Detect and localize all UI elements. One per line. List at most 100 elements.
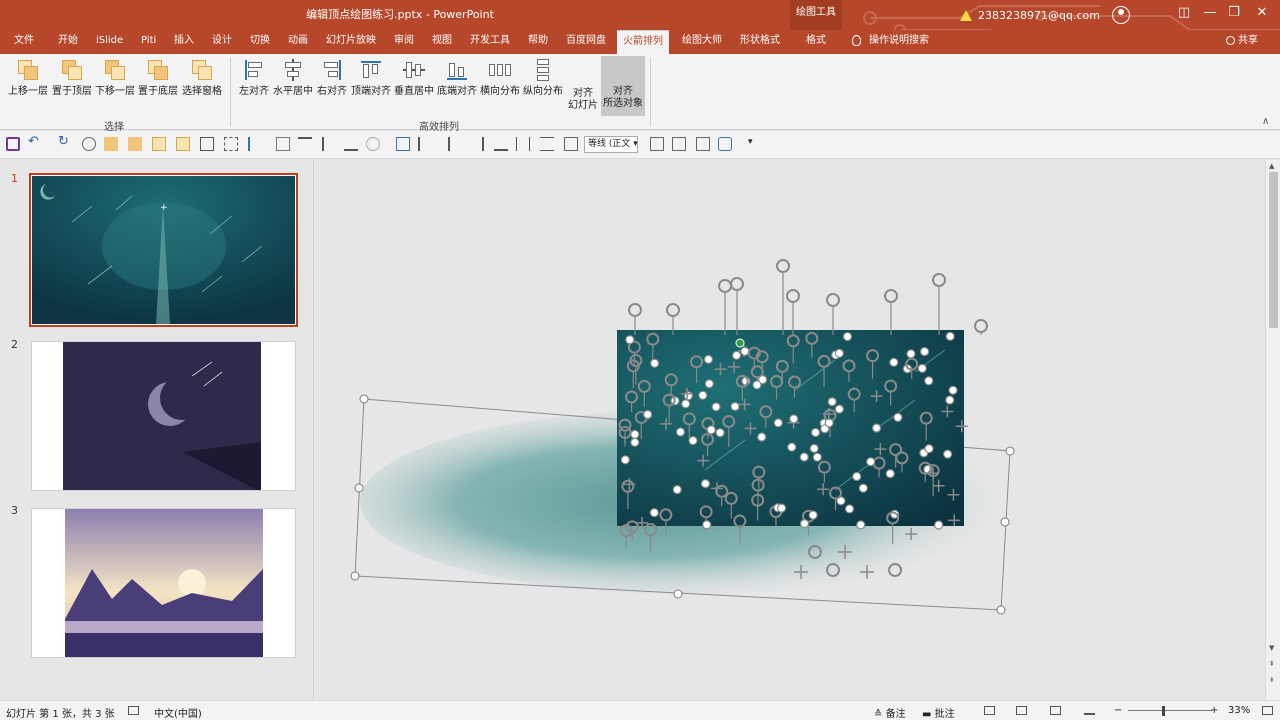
tab-home[interactable]: 开始 — [58, 30, 78, 54]
previous-slide-icon[interactable]: ⇞ — [1269, 660, 1275, 668]
share-button[interactable]: 共享 — [1226, 30, 1258, 54]
tell-me-search[interactable]: 操作说明搜索 — [852, 30, 929, 54]
bring-to-front-button[interactable]: 置于顶层 — [52, 58, 92, 98]
tab-piti[interactable]: Piti — [141, 30, 156, 54]
align-left-button[interactable]: 左对齐 — [238, 58, 270, 98]
align-selected-objects-button[interactable]: 对齐 所选对象 — [601, 56, 645, 116]
zoom-slider[interactable] — [1128, 710, 1212, 711]
distribute-v-small-icon[interactable] — [540, 137, 554, 151]
layer-bottom-icon[interactable] — [176, 137, 190, 151]
reading-view-icon[interactable] — [1050, 706, 1061, 715]
merge-shapes-icon[interactable] — [366, 137, 380, 151]
warning-icon[interactable] — [960, 9, 972, 21]
align-right-small-icon[interactable] — [470, 137, 484, 151]
tab-developer[interactable]: 开发工具 — [470, 30, 510, 54]
group-separator — [650, 58, 651, 126]
language-indicator[interactable]: 中文(中国) — [154, 705, 202, 720]
align-left-small-icon[interactable] — [448, 137, 462, 151]
comments-button[interactable]: ▬ 批注 — [922, 705, 955, 720]
slide-thumbnail-3[interactable] — [31, 508, 296, 658]
group-icon[interactable] — [200, 137, 214, 151]
align-bottom-small-icon[interactable] — [344, 137, 358, 151]
tab-view[interactable]: 视图 — [432, 30, 452, 54]
slide-editing-canvas[interactable] — [315, 160, 1265, 700]
zoom-level[interactable]: 33% — [1228, 705, 1250, 716]
redo-icon[interactable]: ↻ — [58, 134, 72, 149]
slide-thumbnail-2[interactable] — [31, 341, 296, 491]
normal-view-icon[interactable] — [984, 706, 995, 715]
layer-down-icon[interactable] — [152, 137, 166, 151]
vertical-scrollbar[interactable]: ▲ ▼ ⇞ ⇟ — [1265, 160, 1280, 700]
avatar[interactable] — [1111, 6, 1130, 24]
tab-drawing-master[interactable]: 绘图大师 — [682, 30, 722, 54]
align-right-button[interactable]: 右对齐 — [315, 58, 349, 98]
lock-icon[interactable] — [276, 137, 290, 151]
spellcheck-icon[interactable] — [128, 706, 139, 715]
align-middle-button[interactable]: 垂直居中 — [393, 58, 435, 98]
shape-tool-icon[interactable] — [82, 137, 96, 151]
selected-vertex-handle[interactable] — [735, 338, 745, 348]
align-center-button[interactable]: 水平居中 — [271, 58, 315, 98]
slideshow-icon[interactable] — [1084, 706, 1095, 715]
align-to-slide-button[interactable]: 对齐 幻灯片 — [565, 58, 601, 112]
bring-forward-button[interactable]: 上移一层 — [8, 58, 48, 98]
undo-icon[interactable]: ↶ — [28, 134, 42, 149]
align-bottom-icon — [445, 58, 469, 82]
align-center-small-icon[interactable] — [322, 137, 336, 151]
tab-transitions[interactable]: 切换 — [250, 30, 270, 54]
slide-thumbnail-1[interactable]: + — [29, 173, 298, 327]
ungroup-icon[interactable] — [224, 137, 238, 151]
shapes-icon[interactable] — [718, 137, 732, 151]
tab-insert[interactable]: 插入 — [174, 30, 194, 54]
collapse-ribbon-icon[interactable]: ∧ — [1262, 116, 1269, 127]
close-button[interactable]: ✕ — [1246, 0, 1278, 28]
customize-qat-icon[interactable]: ▾ — [748, 137, 762, 151]
account-area[interactable]: 2383238971@qq.com — [960, 6, 1130, 24]
tab-format[interactable]: 格式 — [806, 30, 826, 54]
align-bottom-button[interactable]: 底端对齐 — [436, 58, 478, 98]
tab-islide[interactable]: iSlide — [96, 30, 123, 54]
send-to-back-button[interactable]: 置于底层 — [138, 58, 178, 98]
slide-sorter-icon[interactable] — [1016, 706, 1027, 715]
new-slide-icon[interactable] — [564, 137, 578, 151]
zoom-in-button[interactable]: + — [1210, 705, 1218, 716]
rotate-icon[interactable] — [418, 137, 432, 151]
layer-up-icon[interactable] — [104, 137, 118, 151]
tab-shape-format[interactable]: 形状格式 — [740, 30, 780, 54]
flip-icon[interactable] — [396, 137, 410, 151]
next-slide-icon[interactable]: ⇟ — [1269, 676, 1275, 684]
zoom-slider-knob[interactable] — [1161, 706, 1165, 716]
tab-animations[interactable]: 动画 — [288, 30, 308, 54]
account-email[interactable]: 2383238971@qq.com — [978, 9, 1100, 22]
vertex-handle — [625, 335, 635, 345]
tab-help[interactable]: 帮助 — [528, 30, 548, 54]
tab-design[interactable]: 设计 — [212, 30, 232, 54]
send-backward-button[interactable]: 下移一层 — [95, 58, 135, 98]
notes-button[interactable]: ≙ 备注 — [874, 705, 906, 720]
distribute-vertical-button[interactable]: 纵向分布 — [522, 58, 564, 98]
align-bottom-2-icon[interactable] — [494, 137, 508, 151]
align-top-small-icon[interactable] — [298, 137, 312, 151]
fit-slide-icon[interactable] — [1262, 706, 1273, 715]
font-selector[interactable]: 等线 (正文 ▾ — [584, 136, 638, 153]
scroll-up-icon[interactable]: ▲ — [1269, 162, 1274, 170]
tab-file[interactable]: 文件 — [14, 30, 34, 54]
tab-baidu-netdisk[interactable]: 百度网盘 — [566, 30, 606, 54]
picture-icon[interactable] — [672, 137, 686, 151]
tab-rocket-arrange[interactable]: 火箭排列 — [617, 30, 669, 54]
scroll-down-icon[interactable]: ▼ — [1269, 644, 1274, 652]
align-menu-icon[interactable] — [248, 137, 262, 151]
tab-review[interactable]: 审阅 — [394, 30, 414, 54]
align-top-button[interactable]: 顶端对齐 — [350, 58, 392, 98]
scrollbar-thumb[interactable] — [1269, 172, 1278, 328]
distribute-horizontal-button[interactable]: 横向分布 — [479, 58, 521, 98]
layer-top-icon[interactable] — [128, 137, 142, 151]
save-icon[interactable] — [6, 137, 20, 151]
distribute-h-small-icon[interactable] — [516, 137, 530, 151]
selection-pane-button[interactable]: 选择窗格 — [181, 58, 223, 98]
zoom-out-button[interactable]: − — [1114, 705, 1122, 716]
textbox-icon[interactable] — [650, 137, 664, 151]
tab-slideshow[interactable]: 幻灯片放映 — [326, 30, 376, 54]
screenshot-icon[interactable] — [696, 137, 710, 151]
vertex-handle — [945, 395, 955, 405]
